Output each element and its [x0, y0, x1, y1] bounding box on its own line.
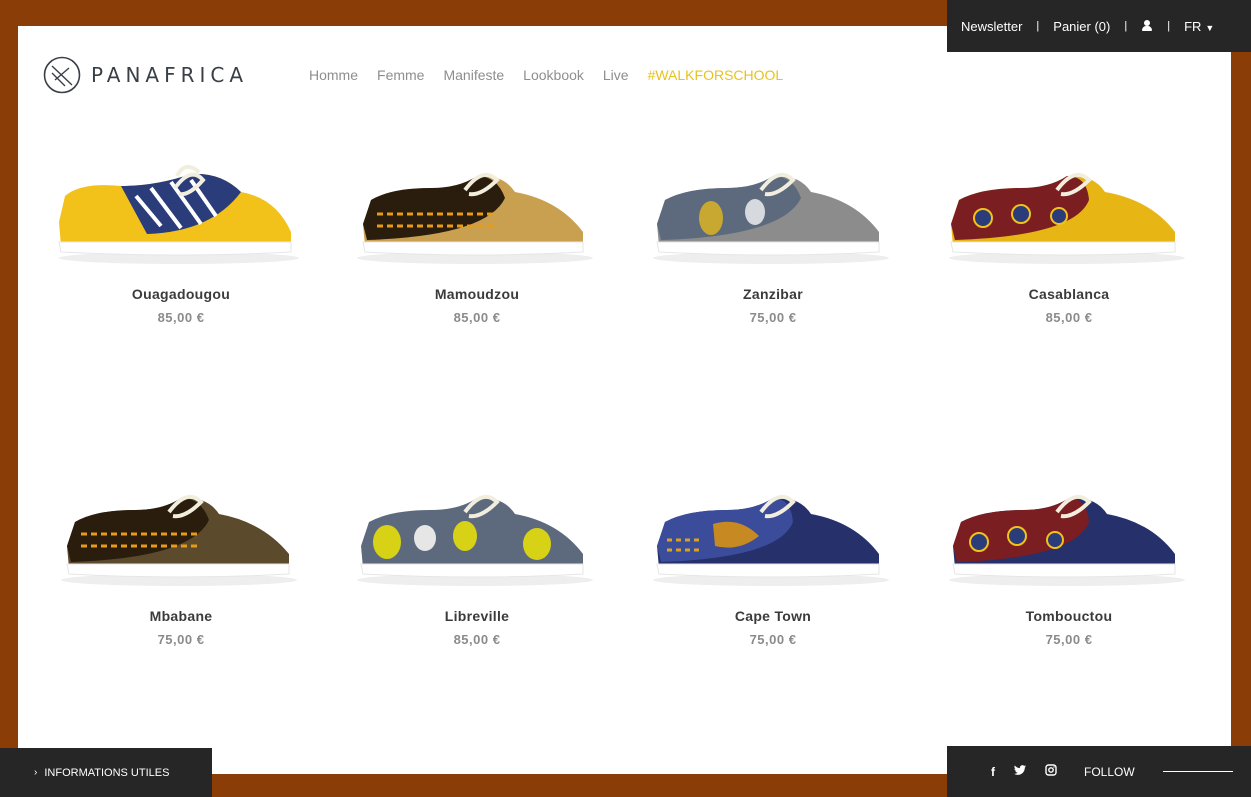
- nav-lookbook[interactable]: Lookbook: [523, 67, 584, 83]
- product-image: [939, 136, 1199, 286]
- facebook-icon[interactable]: f: [991, 765, 995, 779]
- panafrica-logo[interactable]: PANAFRICA: [43, 56, 248, 94]
- divider: [1162, 771, 1233, 772]
- product-image: [347, 136, 607, 286]
- product-card[interactable]: Cape Town 75,00 €: [643, 458, 903, 647]
- product-name: Cape Town: [734, 608, 812, 624]
- follow-label: FOLLOW: [1084, 764, 1135, 779]
- page-content: PANAFRICA Homme Femme Manifeste Lookbook…: [18, 26, 1231, 774]
- instagram-icon[interactable]: [1045, 764, 1057, 779]
- product-price: 75,00 €: [1045, 632, 1093, 647]
- product-name: Mamoudzou: [434, 286, 520, 302]
- product-name: Ouagadougou: [131, 286, 231, 302]
- brand-name: PANAFRICA: [91, 63, 249, 87]
- info-label: INFORMATIONS UTILES: [44, 766, 170, 779]
- product-price: 85,00 €: [453, 310, 501, 325]
- separator: |: [1036, 20, 1040, 32]
- product-card[interactable]: Libreville 85,00 €: [347, 458, 607, 647]
- nav-homme[interactable]: Homme: [309, 67, 358, 83]
- user-icon[interactable]: [1141, 20, 1153, 32]
- product-name: Libreville: [444, 608, 510, 624]
- product-price: 85,00 €: [453, 632, 501, 647]
- info-toggle[interactable]: › INFORMATIONS UTILES: [0, 748, 212, 797]
- product-card[interactable]: Mamoudzou 85,00 €: [347, 136, 607, 325]
- product-price: 75,00 €: [157, 632, 205, 647]
- product-image: [939, 458, 1199, 608]
- nav-live[interactable]: Live: [603, 67, 629, 83]
- product-name: Casablanca: [1028, 286, 1110, 302]
- language-selector[interactable]: FR ▼: [1184, 19, 1214, 34]
- language-label: FR: [1184, 18, 1202, 34]
- product-image: [643, 136, 903, 286]
- caret-down-icon: ▼: [1205, 22, 1215, 33]
- product-name: Mbabane: [149, 608, 213, 624]
- product-image: [643, 458, 903, 608]
- product-card[interactable]: Casablanca 85,00 €: [939, 136, 1199, 325]
- product-card[interactable]: Mbabane 75,00 €: [51, 458, 311, 647]
- product-price: 75,00 €: [749, 632, 797, 647]
- follow-bar: f FOLLOW: [947, 746, 1251, 797]
- product-price: 85,00 €: [1045, 310, 1093, 325]
- product-card[interactable]: Ouagadougou 85,00 €: [51, 136, 311, 325]
- product-card[interactable]: Zanzibar 75,00 €: [643, 136, 903, 325]
- product-price: 75,00 €: [749, 310, 797, 325]
- product-card[interactable]: Tombouctou 75,00 €: [939, 458, 1199, 647]
- nav-walkforschool[interactable]: #WALKFORSCHOOL: [648, 67, 784, 83]
- chevron-right-icon: ›: [34, 767, 38, 778]
- main-nav: Homme Femme Manifeste Lookbook Live #WAL…: [309, 67, 783, 83]
- product-image: [347, 458, 607, 608]
- product-image: [51, 458, 311, 608]
- utility-bar: Newsletter | Panier (0) | | FR ▼: [947, 0, 1251, 52]
- logo-emblem-icon: [43, 56, 81, 94]
- product-image: [51, 136, 311, 286]
- nav-femme[interactable]: Femme: [377, 67, 424, 83]
- newsletter-link[interactable]: Newsletter: [961, 19, 1022, 34]
- twitter-icon[interactable]: [1014, 764, 1026, 779]
- product-name: Tombouctou: [1025, 608, 1113, 624]
- cart-link[interactable]: Panier (0): [1053, 19, 1110, 34]
- product-name: Zanzibar: [743, 286, 803, 302]
- nav-manifeste[interactable]: Manifeste: [443, 67, 504, 83]
- separator: |: [1167, 20, 1171, 32]
- separator: |: [1124, 20, 1128, 32]
- product-price: 85,00 €: [157, 310, 205, 325]
